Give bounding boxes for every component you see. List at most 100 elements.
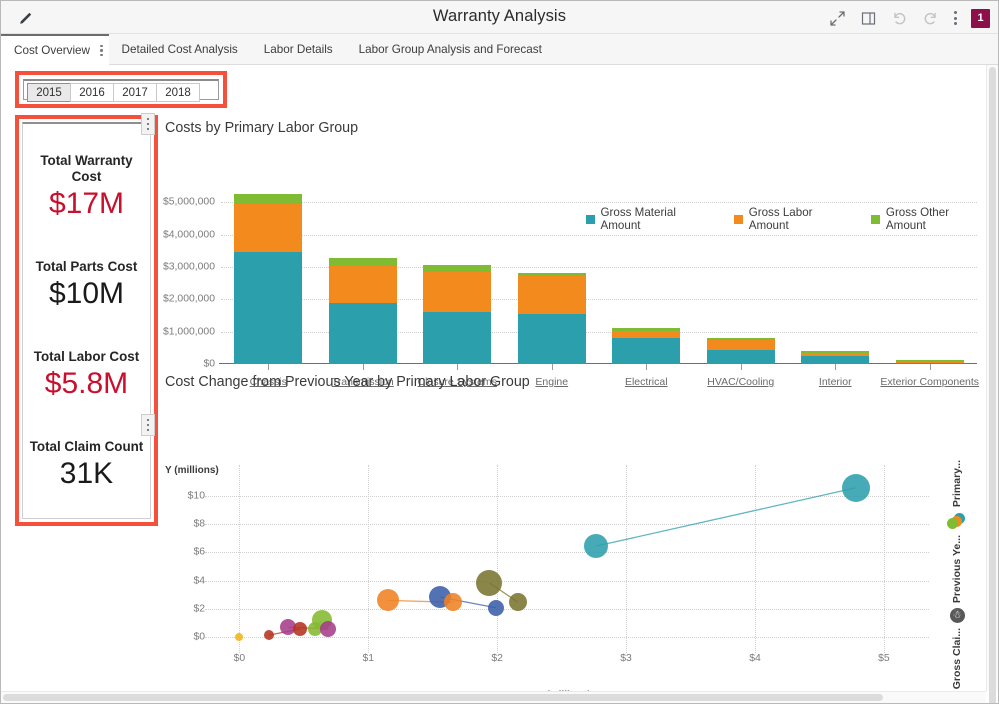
status-badge[interactable]: 1 <box>971 9 990 28</box>
scatter-bubble-3[interactable] <box>509 593 527 611</box>
scatter-side-legend: Primary... Previous Ye... ☃ Gross Clai..… <box>944 460 970 691</box>
scatter-bubble-12[interactable] <box>293 622 307 636</box>
scatter-chart-title: Cost Change from Previous Year by Primar… <box>165 374 530 390</box>
x-axis-tick <box>835 364 836 370</box>
x-axis-category-label[interactable]: Interior <box>819 376 852 388</box>
year-button-2016[interactable]: 2016 <box>70 83 114 102</box>
bar-segment-gross-material-amount[interactable] <box>801 356 869 364</box>
y-axis-tick-label: $3,000,000 <box>163 262 215 273</box>
year-button-2017[interactable]: 2017 <box>113 83 157 102</box>
scatter-bubble-2[interactable] <box>476 570 502 596</box>
scatter-y-tick-label: $4 <box>193 575 205 586</box>
kpi-panel: Total Warranty Cost$17MTotal Parts Cost$… <box>22 122 151 519</box>
tab-label: Labor Group Analysis and Forecast <box>359 43 542 56</box>
tab-label: Labor Details <box>264 43 333 56</box>
scatter-y-tick-label: $10 <box>188 490 205 501</box>
scatter-x-tick-label: $3 <box>620 653 632 664</box>
x-axis-tick <box>268 364 269 370</box>
bar-segment-gross-labor-amount[interactable] <box>329 266 397 303</box>
bar-chart-plot-area: $0$1,000,000$2,000,000$3,000,000$4,000,0… <box>221 183 977 364</box>
panel-drag-handle-top[interactable] <box>141 113 155 135</box>
bar-segment-gross-material-amount[interactable] <box>234 252 302 364</box>
bar-2[interactable] <box>423 265 491 364</box>
kpi-tile-1[interactable]: Total Parts Cost$10M <box>29 259 144 312</box>
kpi-label: Total Labor Cost <box>29 349 144 365</box>
kpi-tile-0[interactable]: Total Warranty Cost$17M <box>29 153 144 222</box>
panel-drag-handle-bottom[interactable] <box>141 414 155 436</box>
kpi-label: Total Claim Count <box>29 439 144 455</box>
year-button-group[interactable]: 2015201620172018 <box>27 83 199 102</box>
scatter-bubble-7[interactable] <box>444 593 462 611</box>
dashboard-canvas: 2015201620172018 Total Warranty Cost$17M… <box>1 65 986 691</box>
bar-chart[interactable]: $0$1,000,000$2,000,000$3,000,000$4,000,0… <box>165 183 977 398</box>
scatter-bubble-0[interactable] <box>842 474 870 502</box>
kpi-tile-3[interactable]: Total Claim Count31K <box>29 439 144 492</box>
scatter-chart[interactable]: $0$2$4$6$8$10$0$1$2$3$4$5 <box>165 463 977 678</box>
window-toolbar: 1 <box>829 8 990 28</box>
kpi-label: Total Parts Cost <box>29 259 144 275</box>
bar-segment-gross-labor-amount[interactable] <box>707 340 775 351</box>
x-axis-tick <box>457 364 458 370</box>
scatter-y-tick-label: $8 <box>193 519 205 530</box>
bar-segment-gross-other-amount[interactable] <box>329 258 397 266</box>
kpi-value: $5.8M <box>29 366 144 402</box>
expand-icon[interactable] <box>829 10 846 27</box>
bar-segment-gross-material-amount[interactable] <box>612 338 680 365</box>
bar-segment-gross-labor-amount[interactable] <box>234 204 302 252</box>
horizontal-scrollbar-thumb[interactable] <box>3 694 883 701</box>
tab-detailed-cost-analysis[interactable]: Detailed Cost Analysis <box>109 34 251 65</box>
undo-icon[interactable] <box>891 10 908 27</box>
side-legend-gross-claim-label: Gross Clai... <box>951 628 963 689</box>
bar-chart-title: Costs by Primary Labor Group <box>165 120 358 136</box>
scatter-bubble-1[interactable] <box>584 534 608 558</box>
bar-segment-gross-labor-amount[interactable] <box>518 276 586 314</box>
scatter-x-tick-label: $2 <box>491 653 503 664</box>
x-axis-category-label[interactable]: HVAC/Cooling <box>707 376 774 388</box>
x-axis-category-label[interactable]: Exterior Components <box>880 376 979 388</box>
x-axis-tick <box>741 364 742 370</box>
kpi-value: $10M <box>29 276 144 312</box>
tab-cost-overview[interactable]: Cost Overview <box>1 34 109 65</box>
scatter-bubble-5[interactable] <box>488 600 504 616</box>
panel-icon[interactable] <box>860 10 877 27</box>
scatter-bubble-6[interactable] <box>377 589 399 611</box>
tab-labor-group-analysis-and-forecast[interactable]: Labor Group Analysis and Forecast <box>346 34 555 65</box>
year-button-2015[interactable]: 2015 <box>27 83 71 102</box>
tab-labor-details[interactable]: Labor Details <box>251 34 346 65</box>
bar-5[interactable] <box>707 338 775 364</box>
y-axis-tick-label: $2,000,000 <box>163 294 215 305</box>
bar-segment-gross-material-amount[interactable] <box>329 303 397 364</box>
overflow-menu-icon[interactable] <box>953 11 957 25</box>
bar-0[interactable] <box>234 194 302 364</box>
bar-1[interactable] <box>329 258 397 364</box>
scatter-bubble-11[interactable] <box>320 621 336 637</box>
kpi-value: 31K <box>29 456 144 492</box>
bar-segment-gross-material-amount[interactable] <box>423 312 491 364</box>
scatter-bubble-13[interactable] <box>264 630 274 640</box>
tab-label: Cost Overview <box>14 44 90 57</box>
bar-segment-gross-material-amount[interactable] <box>707 350 775 364</box>
vertical-scrollbar-thumb[interactable] <box>989 67 996 704</box>
scatter-y-tick-label: $6 <box>193 547 205 558</box>
x-axis-category-label[interactable]: Engine <box>535 376 568 388</box>
scatter-plot-area: $0$2$4$6$8$10$0$1$2$3$4$5 <box>211 473 929 646</box>
bar-segment-gross-labor-amount[interactable] <box>423 272 491 312</box>
bar-segment-gross-material-amount[interactable] <box>518 314 586 364</box>
scatter-bubble-14[interactable] <box>235 633 243 641</box>
redo-icon[interactable] <box>922 10 939 27</box>
year-button-2018[interactable]: 2018 <box>156 83 200 102</box>
tab-menu-icon[interactable] <box>100 45 103 57</box>
tab-bar: Cost Overview Detailed Cost Analysis Lab… <box>1 34 998 65</box>
bar-4[interactable] <box>612 328 680 365</box>
kpi-tile-2[interactable]: Total Labor Cost$5.8M <box>29 349 144 402</box>
x-axis-category-label[interactable]: Electrical <box>625 376 668 388</box>
vertical-scrollbar[interactable] <box>986 65 998 691</box>
bar-segment-gross-other-amount[interactable] <box>234 194 302 204</box>
bar-3[interactable] <box>518 273 586 364</box>
scatter-x-tick-label: $4 <box>749 653 761 664</box>
x-axis-tick <box>363 364 364 370</box>
side-legend-previous-year-label: Previous Ye... <box>951 535 963 603</box>
person-icon: ☃ <box>950 608 965 623</box>
bar-6[interactable] <box>801 351 869 364</box>
horizontal-scrollbar[interactable] <box>1 691 986 703</box>
